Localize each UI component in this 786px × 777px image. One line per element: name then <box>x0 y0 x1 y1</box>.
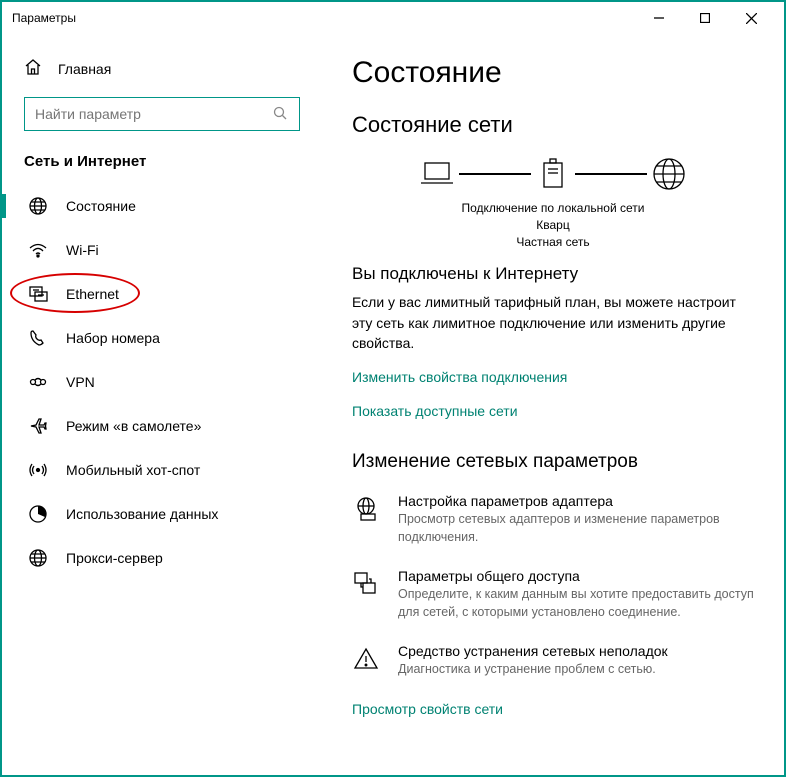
network-type: Частная сеть <box>462 234 645 251</box>
wifi-icon <box>28 240 48 260</box>
ethernet-icon <box>28 284 48 304</box>
airplane-icon <box>28 416 48 436</box>
hotspot-icon <box>28 460 48 480</box>
settings-window: Параметры Главная <box>0 0 786 777</box>
connected-heading: Вы подключены к Интернету <box>352 264 754 284</box>
laptop-icon <box>415 156 459 192</box>
content-area: Состояние Состояние сети <box>322 34 784 775</box>
change-settings-title: Изменение сетевых параметров <box>352 451 754 473</box>
maximize-icon <box>700 13 710 23</box>
nav-label: Ethernet <box>66 286 119 302</box>
search-input[interactable] <box>35 106 273 122</box>
nav-item-airplane[interactable]: Режим «в самолете» <box>2 404 322 448</box>
adapter-icon <box>352 495 380 523</box>
close-button[interactable] <box>728 2 774 34</box>
diagram-line <box>459 173 531 175</box>
nav-label: Мобильный хот-спот <box>66 462 200 478</box>
vpn-icon <box>28 372 48 392</box>
show-available-networks-link[interactable]: Показать доступные сети <box>352 403 518 419</box>
diagram-caption: Подключение по локальной сети Кварц Част… <box>462 200 645 250</box>
option-adapter-settings[interactable]: Настройка параметров адаптера Просмотр с… <box>352 493 754 546</box>
maximize-button[interactable] <box>682 2 728 34</box>
window-controls <box>636 2 774 34</box>
nav-item-vpn[interactable]: VPN <box>2 360 322 404</box>
nav-label: Состояние <box>66 198 136 214</box>
search-icon <box>273 106 289 122</box>
view-network-properties-link[interactable]: Просмотр свойств сети <box>352 701 503 717</box>
nav-item-dialup[interactable]: Набор номера <box>2 316 322 360</box>
globe-icon <box>28 196 48 216</box>
network-status-heading: Состояние сети <box>352 112 754 138</box>
nav-label: VPN <box>66 374 95 390</box>
nav-item-datausage[interactable]: Использование данных <box>2 492 322 536</box>
nav-label: Набор номера <box>66 330 160 346</box>
option-title: Параметры общего доступа <box>398 568 754 584</box>
diagram-line <box>575 173 647 175</box>
option-title: Настройка параметров адаптера <box>398 493 754 509</box>
nav-label: Использование данных <box>66 506 218 522</box>
network-name: Кварц <box>462 217 645 234</box>
nav-item-status[interactable]: Состояние <box>2 184 322 228</box>
home-icon <box>24 58 42 79</box>
section-header: Сеть и Интернет <box>2 153 322 184</box>
nav-item-ethernet[interactable]: Ethernet <box>2 272 322 316</box>
nav-label: Режим «в самолете» <box>66 418 201 434</box>
data-usage-icon <box>28 504 48 524</box>
option-troubleshoot[interactable]: Средство устранения сетевых неполадок Ди… <box>352 643 754 679</box>
window-body: Главная Сеть и Интернет Состояние <box>2 34 784 775</box>
home-label: Главная <box>58 61 111 77</box>
home-link[interactable]: Главная <box>2 52 322 97</box>
window-title: Параметры <box>12 11 636 25</box>
nav-item-hotspot[interactable]: Мобильный хот-спот <box>2 448 322 492</box>
internet-globe-icon <box>647 156 691 192</box>
minimize-button[interactable] <box>636 2 682 34</box>
nav-item-proxy[interactable]: Прокси-сервер <box>2 536 322 580</box>
nav-label: Wi-Fi <box>66 242 99 258</box>
sidebar: Главная Сеть и Интернет Состояние <box>2 34 322 775</box>
minimize-icon <box>654 13 664 23</box>
option-desc: Диагностика и устранение проблем с сетью… <box>398 661 668 679</box>
option-title: Средство устранения сетевых неполадок <box>398 643 668 659</box>
nav-list: Состояние Wi-Fi Ethernet <box>2 184 322 580</box>
change-connection-properties-link[interactable]: Изменить свойства подключения <box>352 369 567 385</box>
connected-description: Если у вас лимитный тарифный план, вы мо… <box>352 292 754 353</box>
option-sharing-settings[interactable]: Параметры общего доступа Определите, к к… <box>352 568 754 621</box>
search-box[interactable] <box>24 97 300 131</box>
troubleshoot-icon <box>352 645 380 673</box>
proxy-icon <box>28 548 48 568</box>
option-desc: Определите, к каким данным вы хотите пре… <box>398 586 754 621</box>
nav-item-wifi[interactable]: Wi-Fi <box>2 228 322 272</box>
close-icon <box>746 13 757 24</box>
option-desc: Просмотр сетевых адаптеров и изменение п… <box>398 511 754 546</box>
router-icon <box>531 156 575 192</box>
page-title: Состояние <box>352 56 754 90</box>
phone-icon <box>28 328 48 348</box>
network-diagram: Подключение по локальной сети Кварц Част… <box>352 156 754 250</box>
connection-name: Подключение по локальной сети <box>462 200 645 217</box>
titlebar: Параметры <box>2 2 784 34</box>
sharing-icon <box>352 570 380 598</box>
nav-label: Прокси-сервер <box>66 550 163 566</box>
